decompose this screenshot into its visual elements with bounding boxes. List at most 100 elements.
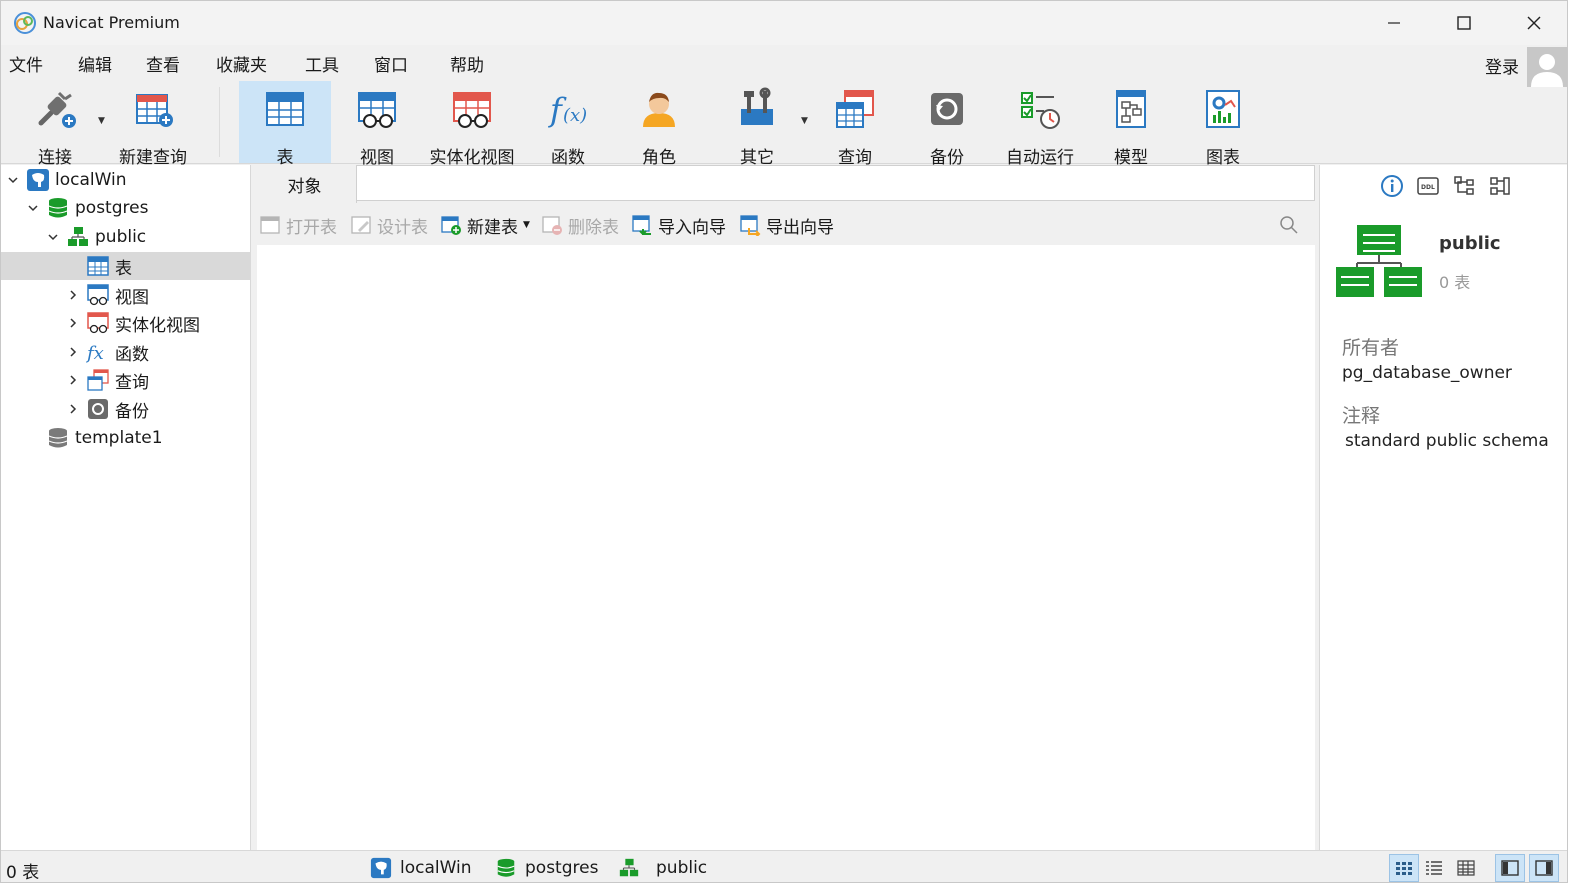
menu-edit[interactable]: 编辑 xyxy=(78,51,112,76)
minimize-button[interactable] xyxy=(1359,1,1429,45)
open-table-icon xyxy=(259,214,281,236)
menu-file[interactable]: 文件 xyxy=(9,51,43,76)
new-table-dropdown-icon[interactable]: ▼ xyxy=(523,220,530,230)
toggle-left-pane-button[interactable] xyxy=(1495,854,1525,882)
dependency-tree-icon xyxy=(1454,176,1474,195)
ddl-icon: DDL xyxy=(1417,177,1439,195)
tree-item-views[interactable]: 视图 xyxy=(1,281,251,309)
materialized-view-tool-button[interactable]: 实体化视图 xyxy=(425,81,519,168)
window-title: Navicat Premium xyxy=(43,13,180,32)
backup-tool-button[interactable]: 备份 xyxy=(911,81,983,168)
toggle-right-pane-button[interactable] xyxy=(1529,854,1559,882)
chevron-right-icon[interactable] xyxy=(65,372,81,388)
info-tab-dependencies[interactable] xyxy=(1449,171,1479,201)
tree-label-functions: 函数 xyxy=(115,344,149,365)
chevron-down-icon[interactable] xyxy=(5,172,21,188)
schema-icon xyxy=(66,225,90,249)
owner-value: pg_database_owner xyxy=(1342,363,1512,383)
chevron-right-icon[interactable] xyxy=(65,344,81,360)
import-wizard-button[interactable]: 导入向导 xyxy=(631,211,726,239)
menu-tools[interactable]: 工具 xyxy=(305,51,339,76)
delete-table-icon xyxy=(541,214,563,236)
info-tab-relations[interactable] xyxy=(1485,171,1515,201)
chart-icon xyxy=(1201,87,1245,131)
tree-node-connection[interactable]: localWin xyxy=(1,166,251,194)
new-query-icon xyxy=(131,87,175,131)
menu-window[interactable]: 窗口 xyxy=(374,51,408,76)
tree-item-functions[interactable]: fx 函数 xyxy=(1,338,251,366)
tree-label-materialized-views: 实体化视图 xyxy=(115,315,200,336)
view-icon xyxy=(86,283,110,307)
tree-node-template1[interactable]: template1 xyxy=(1,424,251,452)
chart-tool-button[interactable]: 图表 xyxy=(1187,81,1259,168)
table-icon xyxy=(263,87,307,131)
chevron-right-icon[interactable] xyxy=(65,315,81,331)
info-object-count: 0 表 xyxy=(1439,273,1471,292)
object-list-area[interactable] xyxy=(257,245,1315,850)
left-pane-icon xyxy=(1501,860,1519,876)
tab-objects[interactable]: 对象 xyxy=(253,165,357,203)
query-icon xyxy=(86,368,110,392)
menu-help[interactable]: 帮助 xyxy=(450,51,484,76)
model-tool-button[interactable]: 模型 xyxy=(1095,81,1167,168)
role-person-icon xyxy=(637,87,681,131)
login-link[interactable]: 登录 xyxy=(1485,53,1519,78)
status-schema: public xyxy=(618,856,707,880)
new-query-button[interactable]: 新建查询 xyxy=(111,81,195,168)
other-dropdown-icon[interactable]: ▼ xyxy=(801,116,808,126)
view-list-button[interactable] xyxy=(1419,854,1449,882)
info-tab-general[interactable] xyxy=(1377,171,1407,201)
tree-item-tables[interactable]: 表 xyxy=(1,252,251,280)
query-tool-button[interactable]: 查询 xyxy=(819,81,891,168)
other-tool-button[interactable]: 其它 xyxy=(721,81,793,168)
import-icon xyxy=(631,214,653,236)
chevron-down-icon[interactable] xyxy=(45,229,61,245)
menu-view[interactable]: 查看 xyxy=(146,51,180,76)
info-panel: DDL public 0 表 所有者 pg_database_owner 注释 … xyxy=(1319,165,1567,850)
role-tool-button[interactable]: 角色 xyxy=(623,81,695,168)
function-fx-icon: fx xyxy=(86,340,110,364)
maximize-icon xyxy=(1457,16,1471,30)
status-database: postgres xyxy=(495,856,598,880)
materialized-view-icon xyxy=(86,311,110,335)
close-button[interactable] xyxy=(1499,1,1567,45)
tree-item-backups[interactable]: 备份 xyxy=(1,395,251,423)
export-icon xyxy=(739,214,761,236)
function-tool-button[interactable]: f (x) 函数 xyxy=(533,81,603,168)
tree-label-views: 视图 xyxy=(115,287,149,308)
view-detail-button[interactable] xyxy=(1451,854,1481,882)
chevron-right-icon[interactable] xyxy=(65,401,81,417)
tree-node-database[interactable]: postgres xyxy=(1,194,251,222)
delete-table-button[interactable]: 删除表 xyxy=(541,211,619,239)
table-tool-button[interactable]: 表 xyxy=(239,81,331,168)
connect-button[interactable]: 连接 xyxy=(15,81,95,168)
tree-item-queries[interactable]: 查询 xyxy=(1,366,251,394)
export-wizard-button[interactable]: 导出向导 xyxy=(739,211,834,239)
view-tool-button[interactable]: 视图 xyxy=(341,81,413,168)
list-view-icon xyxy=(1426,861,1442,875)
view-grid-button[interactable] xyxy=(1389,854,1419,882)
chevron-down-icon[interactable] xyxy=(25,200,41,216)
open-table-button[interactable]: 打开表 xyxy=(259,211,337,239)
tree-node-schema[interactable]: public xyxy=(1,223,251,251)
automation-tool-button[interactable]: 自动运行 xyxy=(999,81,1081,168)
chevron-right-icon[interactable] xyxy=(65,287,81,303)
grid-view-icon xyxy=(1396,862,1412,875)
tree-label-connection: localWin xyxy=(55,170,127,190)
backup-icon xyxy=(86,397,110,421)
new-table-button[interactable]: 新建表 ▼ xyxy=(440,211,530,239)
connect-dropdown-icon[interactable]: ▼ xyxy=(98,116,105,126)
tree-item-materialized-views[interactable]: 实体化视图 xyxy=(1,309,251,337)
info-tab-ddl[interactable]: DDL xyxy=(1413,171,1443,201)
menu-favorites[interactable]: 收藏夹 xyxy=(216,51,267,76)
search-icon[interactable] xyxy=(1279,215,1299,235)
tree-label-database: postgres xyxy=(75,198,149,218)
info-object-name: public xyxy=(1439,233,1501,254)
object-tab-bar: 对象 xyxy=(253,165,1315,203)
maximize-button[interactable] xyxy=(1429,1,1499,45)
status-object-count: 0 表 xyxy=(6,863,40,883)
svg-text:DDL: DDL xyxy=(1421,184,1435,191)
design-table-button[interactable]: 设计表 xyxy=(350,211,428,239)
tree-label-backups: 备份 xyxy=(115,401,149,422)
minimize-icon xyxy=(1388,22,1400,24)
